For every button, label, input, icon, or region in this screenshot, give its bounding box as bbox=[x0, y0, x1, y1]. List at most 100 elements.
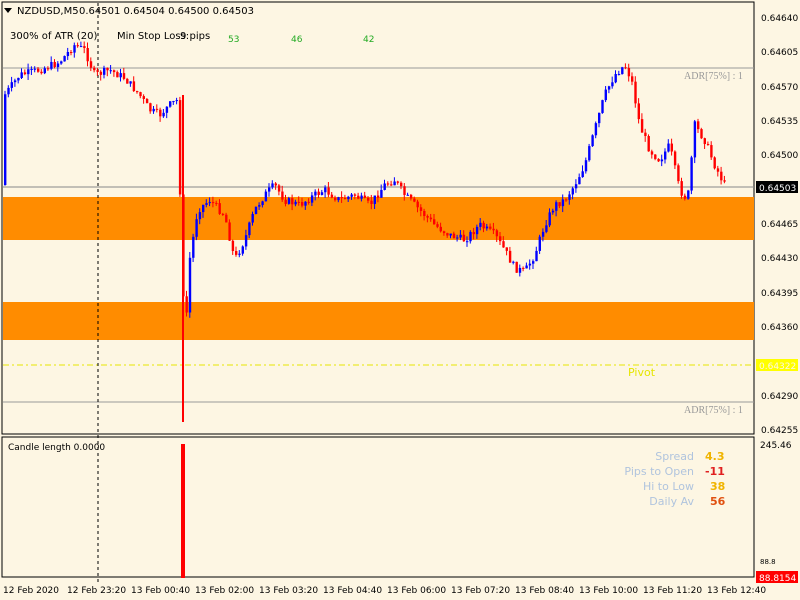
candle-body bbox=[634, 81, 637, 104]
stat-value-pips-to-open: -11 bbox=[705, 465, 725, 478]
candle-body bbox=[136, 91, 139, 93]
candle-body bbox=[159, 109, 162, 117]
time-label: 13 Feb 06:00 bbox=[387, 586, 446, 596]
current-price-value: 0.64503 bbox=[759, 184, 796, 194]
candle-body bbox=[670, 143, 673, 152]
symbol-ohlc: NZDUSD,M5 bbox=[17, 6, 79, 17]
candle-body bbox=[202, 204, 205, 213]
candle-body bbox=[165, 106, 169, 113]
atr-value-2: 46 bbox=[291, 35, 303, 45]
candle-body bbox=[264, 191, 268, 202]
candle-body bbox=[172, 101, 175, 103]
sub-axis-bottom: 88.8 bbox=[760, 558, 776, 566]
stat-label-daily-av: Daily Av bbox=[649, 495, 694, 508]
candle-body bbox=[475, 226, 479, 235]
supply-zone-lower bbox=[3, 302, 754, 340]
chart-window[interactable]: NZDUSD,M5 0.64501 0.64504 0.64500 0.6450… bbox=[0, 0, 800, 600]
time-label: 13 Feb 00:40 bbox=[131, 586, 190, 596]
candle-body bbox=[657, 158, 660, 162]
sub-window-frame bbox=[1, 436, 755, 578]
candle-body bbox=[703, 138, 706, 145]
candle-body bbox=[624, 67, 627, 69]
price-tick: 0.64605 bbox=[761, 48, 798, 58]
stat-value-spread: 4.3 bbox=[705, 450, 725, 463]
candle-body bbox=[568, 194, 571, 200]
candle-body bbox=[631, 76, 634, 82]
candle-body bbox=[499, 236, 502, 242]
candle-body bbox=[423, 210, 426, 216]
candle-body bbox=[281, 191, 284, 200]
candle-body bbox=[60, 61, 63, 64]
candle-body bbox=[436, 224, 439, 227]
candle-body bbox=[4, 94, 7, 185]
candle-body bbox=[621, 67, 624, 74]
candle-body bbox=[218, 203, 221, 214]
candle-body bbox=[535, 250, 538, 262]
candle-body bbox=[687, 190, 690, 199]
atr-label: 300% of ATR (20) bbox=[10, 31, 98, 42]
candle-body bbox=[228, 222, 231, 241]
candle-body bbox=[211, 202, 215, 204]
triangle-down-icon[interactable] bbox=[4, 8, 12, 13]
candle-body bbox=[571, 188, 574, 195]
candle-body bbox=[274, 183, 277, 186]
chart-canvas[interactable]: NZDUSD,M5 0.64501 0.64504 0.64500 0.6450… bbox=[0, 0, 800, 600]
pivot-price-value: 0.64322 bbox=[759, 362, 796, 372]
candle-body bbox=[390, 184, 393, 186]
candle-body bbox=[149, 103, 152, 112]
candle-body bbox=[244, 235, 248, 247]
time-label: 13 Feb 08:40 bbox=[515, 586, 574, 596]
candle-body bbox=[607, 86, 611, 90]
sub-window-title: Candle length 0.0000 bbox=[8, 443, 105, 453]
candle-body bbox=[403, 186, 406, 195]
price-axis[interactable]: 0.64640 0.64605 0.64570 0.64535 0.64500 … bbox=[756, 14, 798, 436]
candle-body bbox=[614, 74, 617, 83]
time-axis[interactable]: 12 Feb 2020 12 Feb 23:20 13 Feb 00:40 13… bbox=[3, 586, 766, 596]
candle-body bbox=[291, 198, 294, 205]
candle-body bbox=[660, 159, 664, 162]
candle-body bbox=[109, 70, 112, 72]
candle-body bbox=[716, 168, 720, 172]
candle-body bbox=[466, 241, 469, 243]
price-tick: 0.64395 bbox=[761, 289, 798, 299]
candle-body bbox=[132, 81, 136, 92]
candle-body bbox=[254, 206, 258, 215]
time-label: 12 Feb 23:20 bbox=[67, 586, 126, 596]
candle-body bbox=[208, 202, 211, 204]
candle-body bbox=[96, 70, 99, 72]
candle-body bbox=[406, 194, 409, 196]
min-stop-value: 9 pips bbox=[180, 31, 210, 42]
candle-body bbox=[578, 177, 581, 185]
price-tick: 0.64255 bbox=[761, 426, 798, 436]
sub-axis-badge-value: 88.8154 bbox=[759, 574, 796, 584]
candle-body bbox=[502, 241, 505, 248]
candle-body bbox=[83, 46, 86, 49]
price-tick: 0.64465 bbox=[761, 220, 798, 230]
candle-body bbox=[46, 68, 50, 70]
candle-body bbox=[479, 222, 482, 227]
candle-body bbox=[248, 222, 251, 236]
candle-body bbox=[152, 108, 155, 112]
candle-body bbox=[508, 250, 512, 263]
stat-value-daily-av: 56 bbox=[710, 495, 726, 508]
candle-body bbox=[485, 226, 489, 229]
candle-body bbox=[198, 212, 202, 220]
candle-body bbox=[409, 194, 413, 199]
candle-body bbox=[271, 183, 274, 188]
time-label: 12 Feb 2020 bbox=[3, 586, 59, 596]
candle-body bbox=[459, 234, 462, 238]
candle-body bbox=[376, 195, 380, 198]
candle-body bbox=[192, 236, 195, 258]
min-stop-label: Min Stop Loss: bbox=[117, 31, 189, 42]
candle-body bbox=[76, 45, 79, 47]
candle-body bbox=[469, 232, 472, 242]
candle-body bbox=[611, 82, 614, 87]
candle-body bbox=[277, 185, 281, 192]
candle-body bbox=[155, 108, 159, 110]
candle-body bbox=[581, 171, 584, 178]
adr-lower-label: ADR[75%] : 1 bbox=[684, 405, 743, 416]
candle-body bbox=[429, 217, 433, 220]
candle-body bbox=[482, 222, 485, 229]
candle-body bbox=[548, 212, 551, 226]
time-label: 13 Feb 10:00 bbox=[579, 586, 638, 596]
